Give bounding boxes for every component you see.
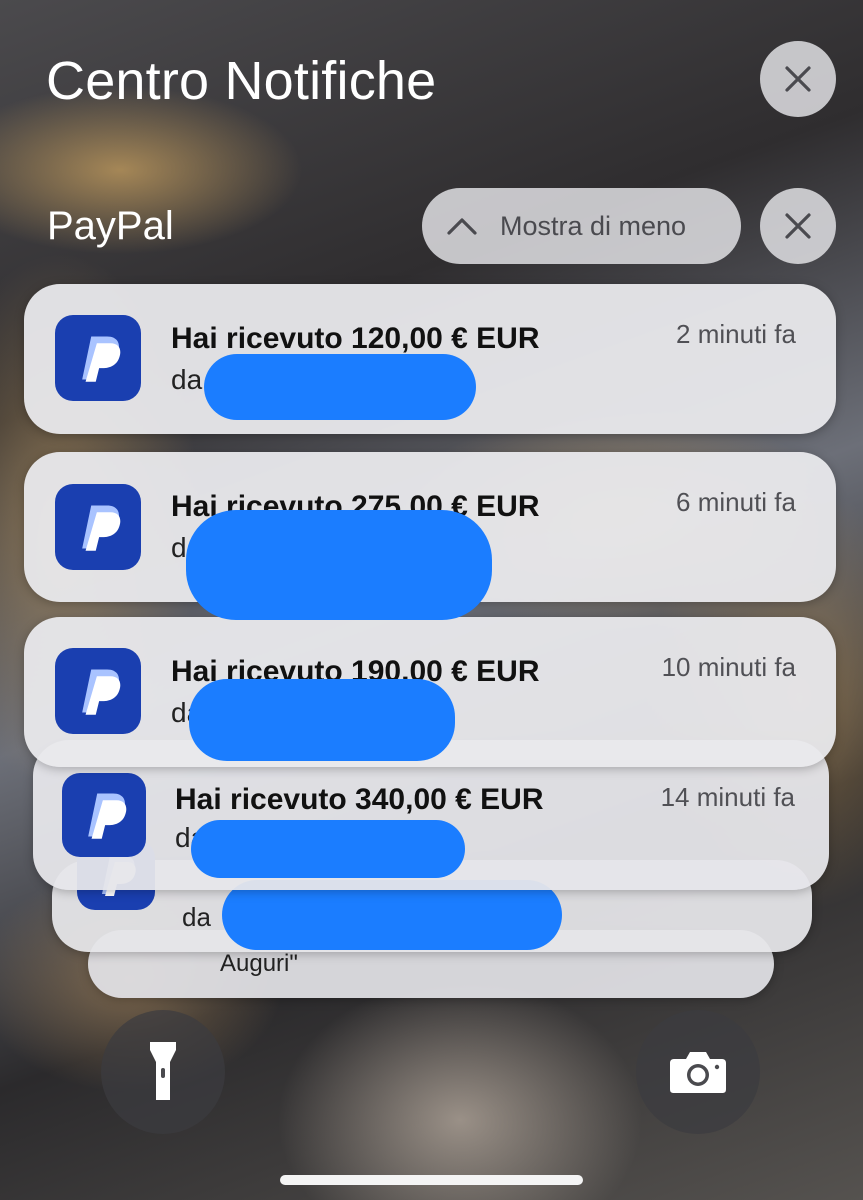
redaction-mark [189,679,455,761]
page-title: Centro Notifiche [46,51,437,111]
notification-time: 10 minuti fa [661,652,796,682]
show-less-button[interactable]: Mostra di meno [422,188,741,264]
group-app-name: PayPal [47,204,174,248]
redaction-mark [191,820,465,878]
paypal-logo-icon [88,793,127,839]
flashlight-icon [150,1042,176,1100]
notification-time: 2 minuti fa [676,319,796,349]
paypal-logo-icon [82,669,121,715]
camera-icon [670,1052,726,1093]
app-icon [62,773,146,857]
show-less-label: Mostra di meno [500,210,687,241]
redaction-mark [186,510,492,620]
notification-title: Hai ricevuto 120,00 € EUR [171,322,540,355]
paypal-logo-icon [82,336,121,382]
close-icon [785,66,811,92]
flashlight-button[interactable] [101,1010,225,1134]
notification-time: 14 minuti fa [660,782,795,812]
chevron-up-icon [447,218,477,235]
app-icon [55,484,141,570]
clear-group-button[interactable] [760,188,836,264]
notification-card[interactable]: Hai ricevuto 190,00 € EUR da 10 minuti f… [24,617,836,767]
redaction-mark [222,880,562,950]
paypal-logo-icon [82,505,121,551]
app-icon [55,648,141,734]
close-icon [785,213,811,239]
home-indicator[interactable] [280,1175,583,1185]
notification-body: Auguri" [220,950,298,977]
notification-card[interactable]: Hai ricevuto 120,00 € EUR da 2 minuti fa [24,284,836,434]
camera-button[interactable] [636,1010,760,1134]
clear-all-button[interactable] [760,41,836,117]
notification-body: da [171,364,203,395]
app-icon [55,315,141,401]
notification-card[interactable]: Hai ricevuto 275,00 € EUR da 6 minuti fa [24,452,836,620]
notification-body: da [182,902,211,932]
notification-title: Hai ricevuto 340,00 € EUR [175,783,544,816]
notification-time: 6 minuti fa [676,487,796,517]
redaction-mark [204,354,476,420]
